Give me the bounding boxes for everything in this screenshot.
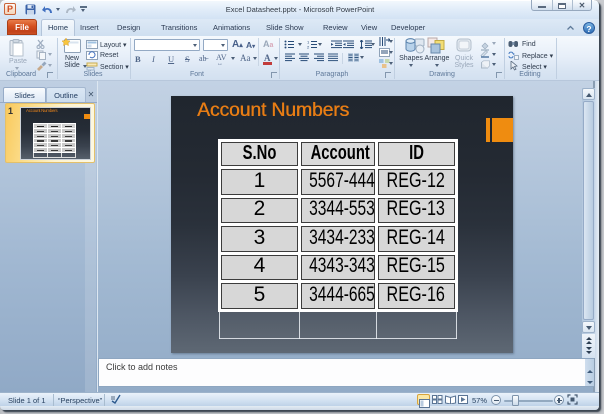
svg-text:2: 2 xyxy=(307,45,310,50)
